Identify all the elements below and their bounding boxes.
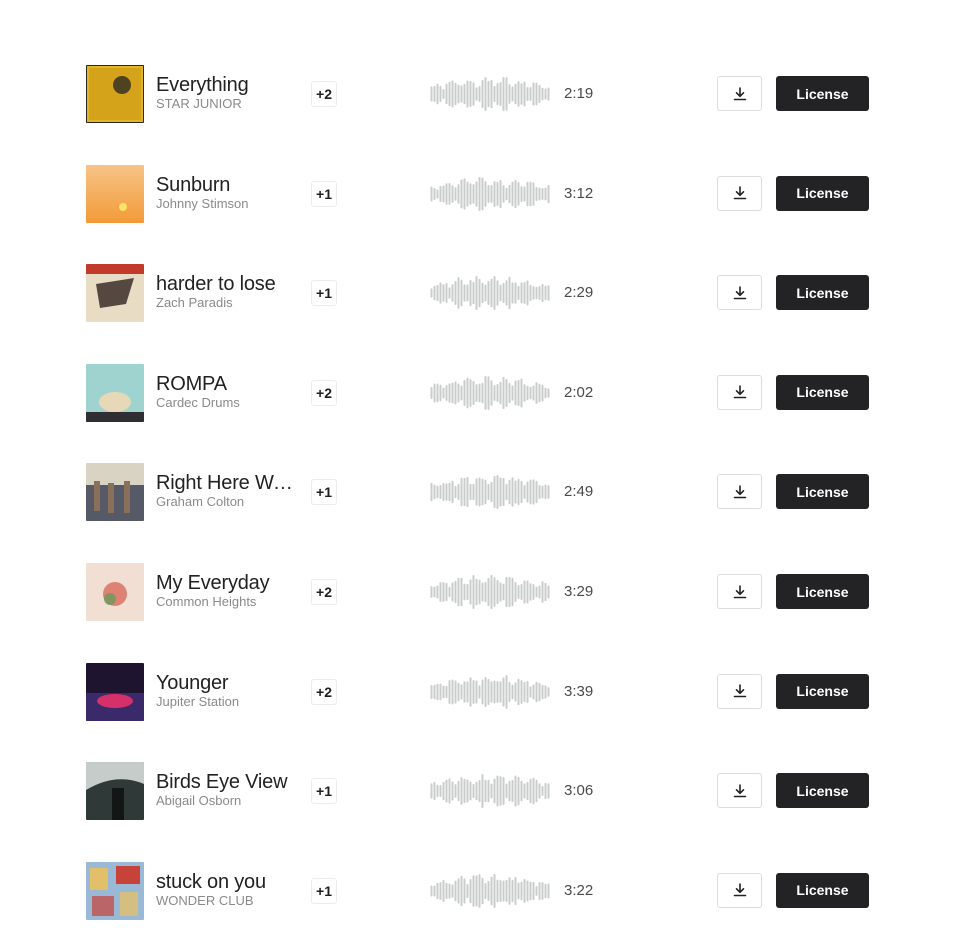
track-title[interactable]: stuck on you	[156, 870, 298, 894]
download-icon	[733, 485, 747, 499]
waveform[interactable]	[430, 475, 550, 510]
track-row[interactable]: Birds Eye View Abigail Osborn +1 3:06 Li…	[0, 761, 955, 821]
download-button[interactable]	[717, 175, 762, 211]
track-artist[interactable]: Johnny Stimson	[156, 196, 306, 212]
track-duration: 2:29	[564, 284, 594, 302]
extra-versions-badge[interactable]: +2	[311, 579, 337, 605]
track-artist[interactable]: Graham Colton	[156, 494, 306, 510]
download-button[interactable]	[717, 275, 762, 311]
album-cover[interactable]	[86, 264, 144, 323]
track-row[interactable]: Right Here Waiting Graham Colton +1 2:49…	[0, 462, 955, 522]
track-artist[interactable]: Jupiter Station	[156, 694, 306, 710]
track-duration: 3:39	[564, 682, 594, 700]
license-button[interactable]: License	[776, 673, 869, 709]
track-duration: 2:02	[564, 383, 594, 401]
license-button[interactable]: License	[776, 76, 869, 111]
track-artist[interactable]: Zach Paradis	[156, 295, 306, 311]
track-title[interactable]: My Everyday	[156, 571, 298, 595]
download-icon	[733, 285, 747, 300]
waveform[interactable]	[430, 77, 550, 111]
extra-versions-badge[interactable]: +1	[311, 280, 337, 307]
track-row[interactable]: stuck on you WONDER CLUB +1 3:22 License	[0, 861, 955, 921]
download-button[interactable]	[717, 574, 762, 609]
download-button[interactable]	[717, 76, 762, 111]
waveform[interactable]	[430, 674, 550, 709]
download-button[interactable]	[717, 673, 762, 709]
track-list: Everything STAR JUNIOR +2 2:19 License S…	[0, 0, 955, 941]
track-row[interactable]: My Everyday Common Heights +2 3:29 Licen…	[0, 562, 955, 622]
track-artist[interactable]: Abigail Osborn	[156, 793, 306, 809]
track-artist[interactable]: STAR JUNIOR	[156, 96, 306, 112]
license-button[interactable]: License	[776, 574, 869, 609]
download-icon	[733, 385, 747, 399]
track-artist[interactable]: Common Heights	[156, 594, 306, 610]
track-duration: 3:22	[564, 881, 594, 899]
extra-versions-badge[interactable]: +2	[311, 379, 337, 406]
download-button[interactable]	[717, 872, 762, 908]
track-title[interactable]: Sunburn	[156, 173, 298, 197]
download-icon	[733, 186, 747, 200]
waveform[interactable]	[430, 575, 550, 609]
track-duration: 3:29	[564, 583, 594, 600]
track-duration: 2:49	[564, 483, 594, 501]
track-row[interactable]: harder to lose Zach Paradis +1 2:29 Lice…	[0, 263, 955, 323]
track-duration: 3:06	[564, 782, 594, 800]
album-cover[interactable]	[86, 861, 144, 920]
album-cover[interactable]	[86, 65, 144, 123]
track-artist[interactable]: Cardec Drums	[156, 395, 306, 411]
waveform[interactable]	[430, 774, 550, 809]
download-icon	[733, 883, 747, 897]
extra-versions-badge[interactable]: +1	[311, 479, 337, 506]
album-cover[interactable]	[86, 662, 144, 721]
license-button[interactable]: License	[776, 872, 869, 908]
track-title[interactable]: Everything	[156, 73, 298, 97]
album-cover[interactable]	[86, 563, 144, 621]
extra-versions-badge[interactable]: +1	[311, 877, 337, 904]
waveform[interactable]	[430, 176, 550, 211]
license-button[interactable]: License	[776, 374, 869, 410]
extra-versions-badge[interactable]: +2	[311, 678, 337, 705]
license-button[interactable]: License	[776, 175, 869, 211]
download-button[interactable]	[717, 773, 762, 809]
extra-versions-badge[interactable]: +2	[311, 81, 337, 107]
track-duration: 3:12	[564, 184, 594, 202]
album-cover[interactable]	[86, 164, 144, 223]
waveform[interactable]	[430, 873, 550, 908]
extra-versions-badge[interactable]: +1	[311, 778, 337, 805]
download-icon	[733, 584, 747, 599]
track-duration: 2:19	[564, 85, 594, 102]
download-icon	[733, 783, 747, 798]
track-row[interactable]: ROMPA Cardec Drums +2 2:02 License	[0, 363, 955, 423]
track-row[interactable]: Younger Jupiter Station +2 3:39 License	[0, 662, 955, 722]
track-row[interactable]: Everything STAR JUNIOR +2 2:19 License	[0, 64, 955, 124]
track-artist[interactable]: WONDER CLUB	[156, 893, 306, 909]
track-row[interactable]: Sunburn Johnny Stimson +1 3:12 License	[0, 164, 955, 224]
download-icon	[733, 86, 747, 101]
download-icon	[733, 684, 747, 698]
license-button[interactable]: License	[776, 773, 869, 809]
license-button[interactable]: License	[776, 474, 869, 510]
license-button[interactable]: License	[776, 275, 869, 311]
waveform[interactable]	[430, 276, 550, 311]
track-title[interactable]: ROMPA	[156, 372, 298, 396]
extra-versions-badge[interactable]: +1	[311, 180, 337, 207]
track-title[interactable]: Right Here Waiting	[156, 471, 298, 495]
download-button[interactable]	[717, 374, 762, 410]
download-button[interactable]	[717, 474, 762, 510]
album-cover[interactable]	[86, 363, 144, 422]
track-title[interactable]: harder to lose	[156, 272, 298, 296]
track-title[interactable]: Birds Eye View	[156, 770, 298, 794]
album-cover[interactable]	[86, 463, 144, 522]
album-cover[interactable]	[86, 762, 144, 821]
track-title[interactable]: Younger	[156, 671, 298, 695]
waveform[interactable]	[430, 375, 550, 410]
